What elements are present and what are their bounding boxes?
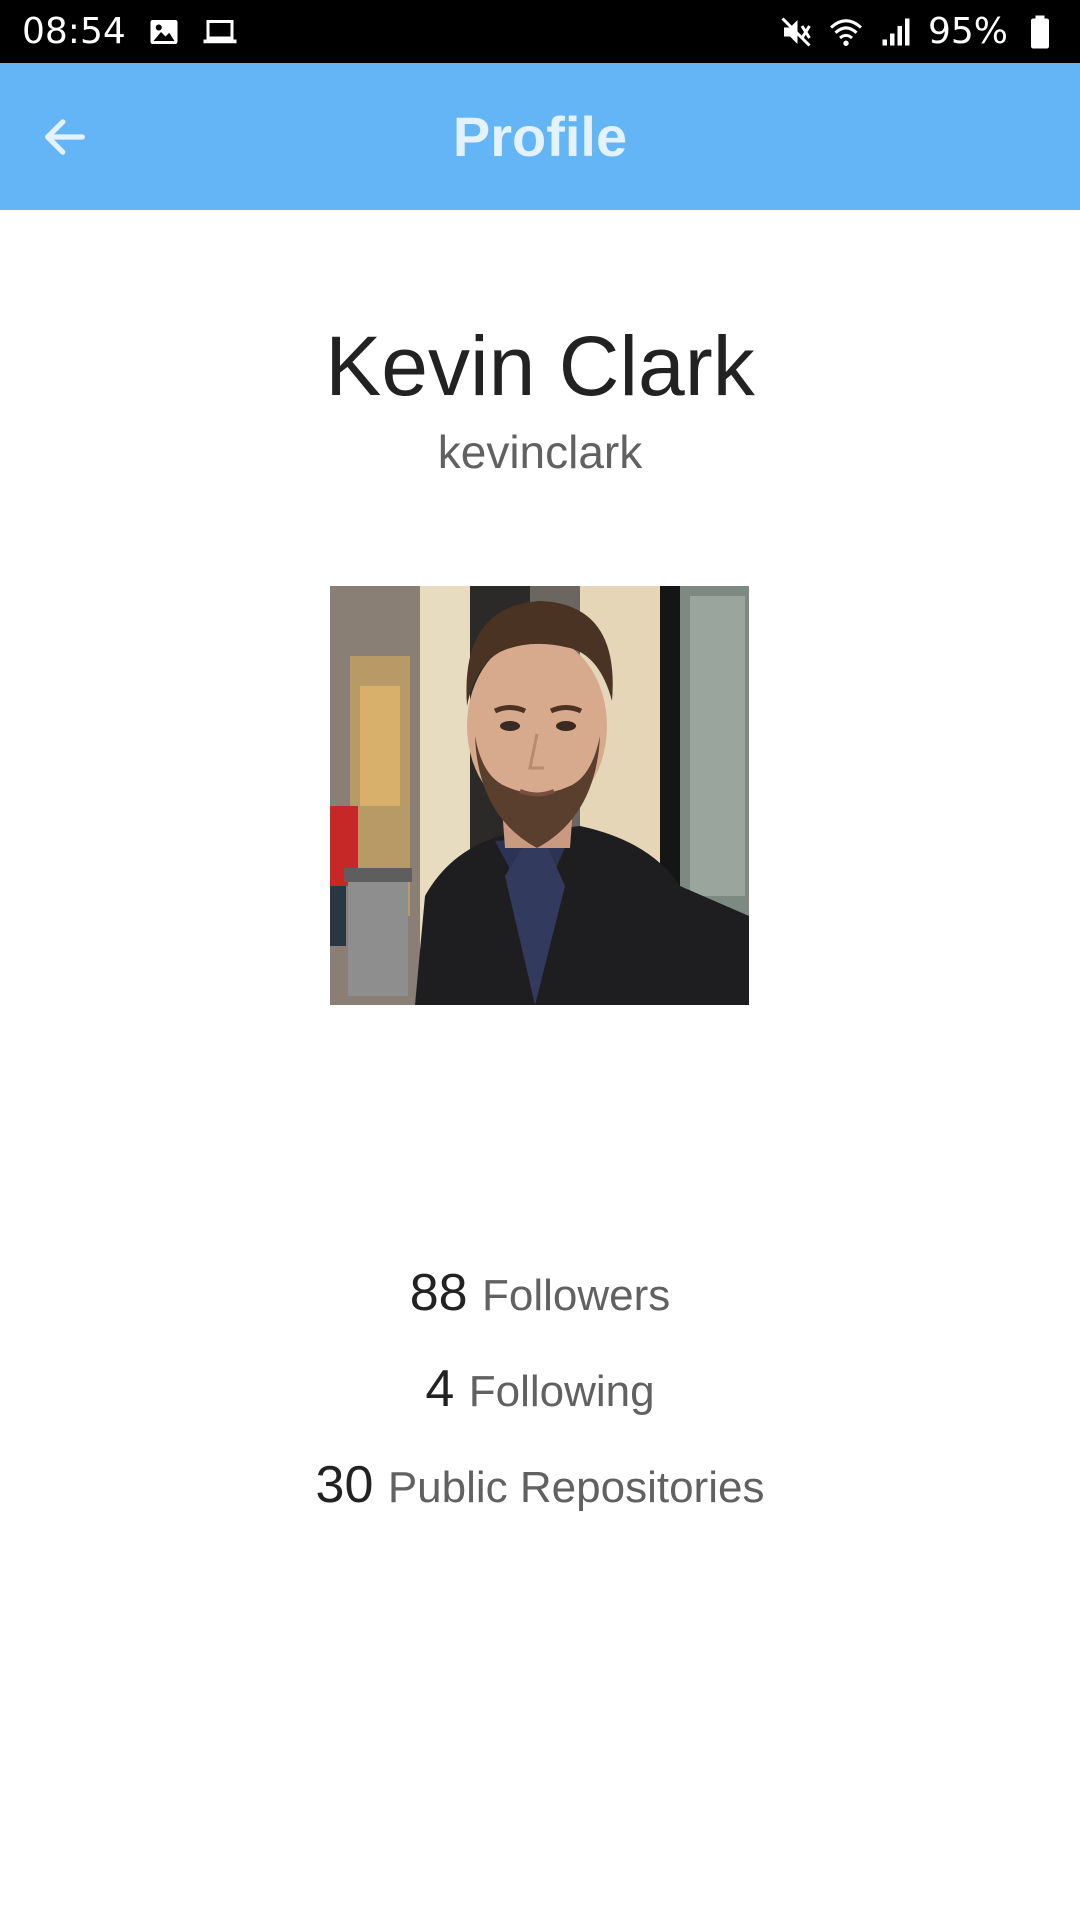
battery-icon <box>1022 14 1058 50</box>
profile-name: Kevin Clark <box>325 319 755 413</box>
stat-value: 4 <box>425 1360 469 1418</box>
avatar-photo <box>330 586 749 1005</box>
battery-percent: 95% <box>927 11 1008 52</box>
status-left: 08:54 <box>22 11 238 52</box>
profile-screen: 08:54 95% Profile Kevin Clark kevinclark… <box>0 0 1080 1920</box>
signal-icon <box>878 14 914 50</box>
image-icon <box>146 14 182 50</box>
avatar <box>330 586 749 1005</box>
page-title: Profile <box>452 105 628 168</box>
status-right: 95% <box>778 11 1058 52</box>
status-time: 08:54 <box>22 11 126 52</box>
stat-label: Followers <box>482 1271 671 1320</box>
stat-label: Following <box>468 1367 655 1416</box>
mute-icon <box>778 14 814 50</box>
stat-followers: 88 Followers <box>0 1245 1080 1341</box>
stat-label: Public Repositories <box>387 1463 765 1512</box>
stat-value: 88 <box>409 1264 482 1322</box>
wifi-icon <box>828 14 864 50</box>
laptop-icon <box>202 14 238 50</box>
status-bar: 08:54 95% <box>0 0 1080 63</box>
profile-username: kevinclark <box>437 426 643 478</box>
stat-value: 30 <box>315 1456 388 1514</box>
profile-stats: 88 Followers 4 Following 30 Public Repos… <box>0 1245 1080 1533</box>
app-bar: Profile <box>0 63 1080 210</box>
stat-following: 4 Following <box>0 1341 1080 1437</box>
stat-public-repositories: 30 Public Repositories <box>0 1437 1080 1533</box>
